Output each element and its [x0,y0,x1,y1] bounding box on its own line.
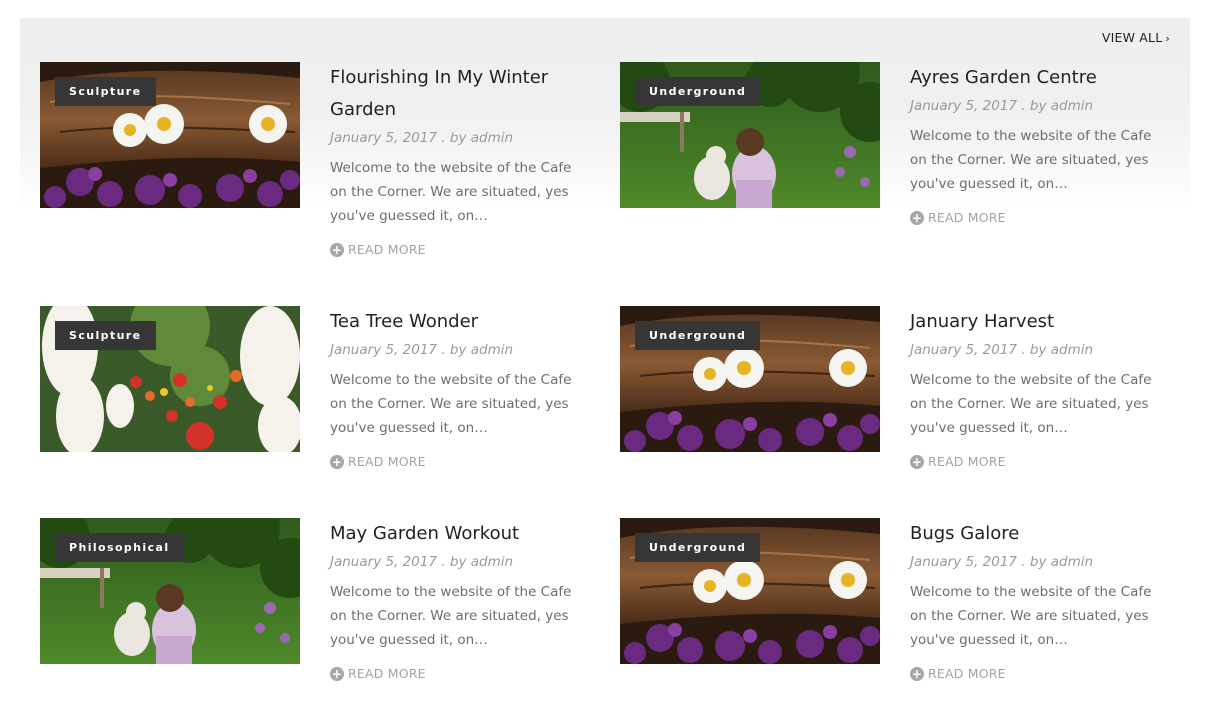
post-meta: January 5, 2017 . by admin [910,98,1094,114]
category-badge[interactable]: Sculpture [55,321,156,350]
view-all-link[interactable]: VIEW ALL › [1102,30,1170,45]
post-card: Philosophical May Garden Workout January… [40,518,600,718]
category-badge[interactable]: Philosophical [55,533,184,562]
category-badge[interactable]: Underground [635,533,761,562]
post-date: January 5, 2017 [910,342,1017,358]
post-author: by admin [449,342,514,358]
post-excerpt: Welcome to the website of the Cafe on th… [910,372,1152,436]
post-author: by admin [449,554,514,570]
post-date: January 5, 2017 [330,554,437,570]
post-thumbnail[interactable]: Underground [620,518,880,664]
post-thumbnail[interactable]: Philosophical [40,518,300,664]
post-meta: January 5, 2017 . by admin [910,342,1094,358]
read-more-link[interactable]: + READ MORE [910,210,1172,225]
post-card: Underground Ayres Garden Centre January … [620,62,1180,262]
post-meta: January 5, 2017 . by admin [330,342,514,358]
post-author: by admin [1029,554,1094,570]
plus-circle-icon: + [910,454,924,469]
post-thumbnail[interactable]: Underground [620,306,880,452]
read-more-link[interactable]: + READ MORE [330,242,592,257]
category-badge[interactable]: Underground [635,321,761,350]
post-meta: January 5, 2017 . by admin [330,130,514,146]
post-author: by admin [1029,98,1094,114]
post-excerpt: Welcome to the website of the Cafe on th… [330,584,572,648]
post-date: January 5, 2017 [330,342,437,358]
post-card: Underground January Harvest January 5, 2… [620,306,1180,506]
view-all-label: VIEW ALL [1101,30,1163,45]
read-more-label: READ MORE [928,666,1006,681]
post-date: January 5, 2017 [330,130,437,146]
post-thumbnail[interactable]: Underground [620,62,880,208]
category-badge[interactable]: Underground [635,77,761,106]
post-card: Sculpture Tea Tree Wonder January 5, 201… [40,306,600,506]
post-thumbnail[interactable]: Sculpture [40,306,300,452]
post-thumbnail[interactable]: Sculpture [40,62,300,208]
read-more-label: READ MORE [928,210,1006,225]
post-meta: January 5, 2017 . by admin [910,554,1094,570]
post-meta: January 5, 2017 . by admin [330,554,514,570]
read-more-label: READ MORE [348,242,426,257]
plus-circle-icon: + [330,454,344,469]
read-more-label: READ MORE [348,666,426,681]
post-date: January 5, 2017 [910,554,1017,570]
post-excerpt: Welcome to the website of the Cafe on th… [330,160,572,224]
plus-circle-icon: + [330,666,344,681]
post-author: by admin [449,130,514,146]
category-badge[interactable]: Sculpture [55,77,156,106]
plus-circle-icon: + [910,210,924,225]
post-date: January 5, 2017 [910,98,1017,114]
chevron-right-icon: › [1165,32,1170,45]
read-more-label: READ MORE [928,454,1006,469]
post-card: Underground Bugs Galore January 5, 2017 … [620,518,1180,718]
post-excerpt: Welcome to the website of the Cafe on th… [910,128,1152,192]
read-more-link[interactable]: + READ MORE [330,454,592,469]
read-more-link[interactable]: + READ MORE [330,666,592,681]
post-title[interactable]: Tea Tree Wonder [330,306,592,338]
plus-circle-icon: + [330,242,344,257]
post-excerpt: Welcome to the website of the Cafe on th… [330,372,572,436]
read-more-label: READ MORE [348,454,426,469]
read-more-link[interactable]: + READ MORE [910,454,1172,469]
post-title[interactable]: Bugs Galore [910,518,1172,550]
plus-circle-icon: + [910,666,924,681]
post-title[interactable]: January Harvest [910,306,1172,338]
post-author: by admin [1029,342,1094,358]
post-card: Sculpture Flourishing In My Winter Garde… [40,62,600,262]
post-excerpt: Welcome to the website of the Cafe on th… [910,584,1152,648]
read-more-link[interactable]: + READ MORE [910,666,1172,681]
post-title[interactable]: Ayres Garden Centre [910,62,1172,94]
post-title[interactable]: Flourishing In My Winter Garden [330,62,592,126]
post-title[interactable]: May Garden Workout [330,518,592,550]
